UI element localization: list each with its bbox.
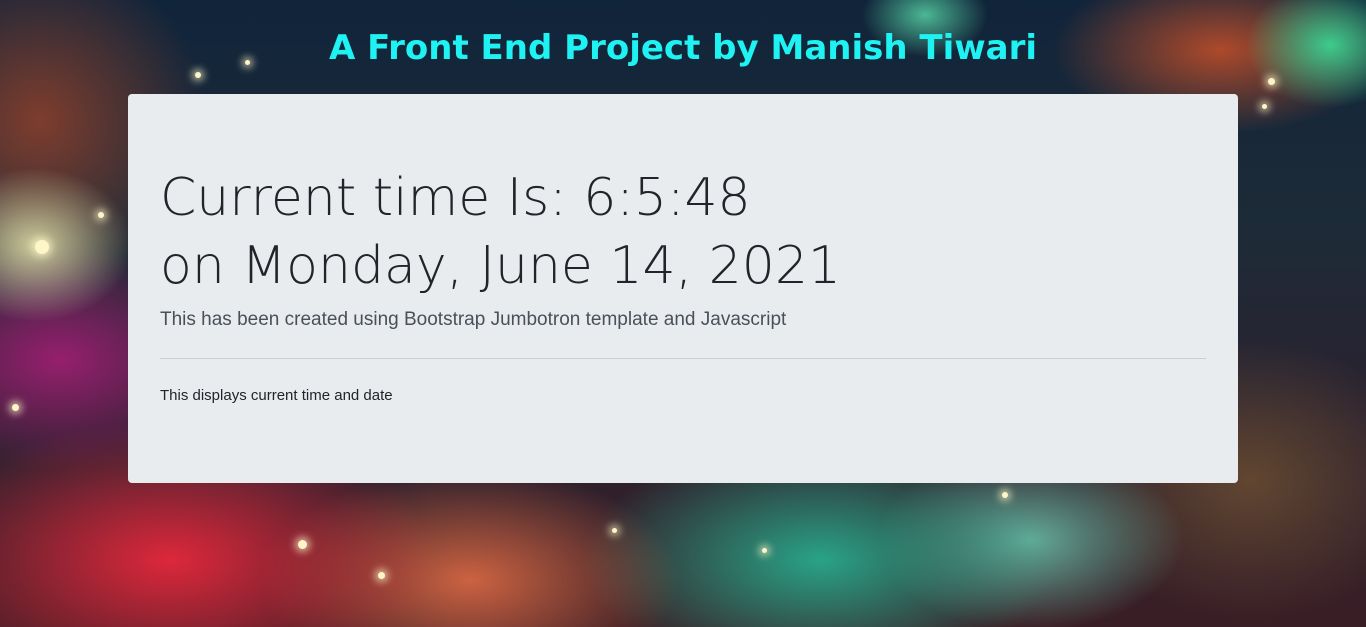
- current-time-value: 6:5:48: [583, 168, 751, 228]
- current-date-label: on: [160, 236, 242, 296]
- light-spark: [1268, 78, 1275, 85]
- light-spark: [378, 572, 385, 579]
- current-time-heading: Current time Is: 6:5:48: [160, 164, 1206, 232]
- jumbotron-panel: Current time Is: 6:5:48 on Monday, June …: [128, 94, 1238, 483]
- current-date-heading: on Monday, June 14, 2021: [160, 232, 1206, 300]
- light-spark: [612, 528, 617, 533]
- light-spark: [98, 212, 104, 218]
- current-time-label: Current time Is:: [160, 168, 584, 228]
- lead-text: This has been created using Bootstrap Ju…: [160, 309, 787, 330]
- light-spark: [35, 240, 49, 254]
- divider: [160, 358, 1206, 359]
- current-date-value: Monday, June 14, 2021: [241, 236, 841, 296]
- light-spark: [195, 72, 201, 78]
- description-text: This displays current time and date: [160, 387, 393, 404]
- light-spark: [1002, 492, 1008, 498]
- light-spark: [12, 404, 19, 411]
- light-spark: [1262, 104, 1267, 109]
- light-spark: [298, 540, 307, 549]
- light-spark: [762, 548, 767, 553]
- page-title: A Front End Project by Manish Tiwari: [328, 28, 1038, 68]
